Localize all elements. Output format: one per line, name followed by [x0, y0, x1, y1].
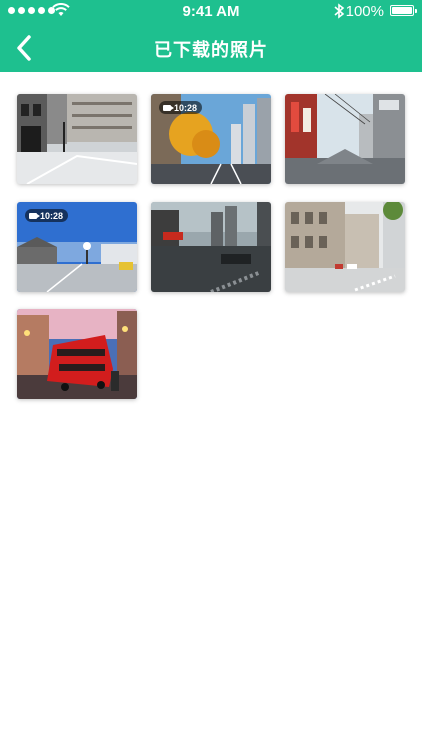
app-header: 9:41 AM 100% 已下载的照片	[0, 0, 422, 72]
photo-thumbnail[interactable]	[285, 202, 405, 292]
battery-percentage: 100%	[345, 3, 384, 20]
video-duration: 10:28	[40, 210, 64, 221]
photo-thumbnail[interactable]	[17, 309, 137, 399]
video-thumbnail[interactable]: 10:28	[17, 202, 137, 292]
video-camera-icon	[163, 104, 174, 111]
photo-thumbnail[interactable]	[17, 94, 137, 184]
video-duration-badge: 10:28	[25, 209, 69, 222]
bluetooth-icon	[334, 3, 345, 19]
battery-icon	[390, 5, 417, 16]
photo-thumbnail[interactable]	[151, 202, 271, 292]
video-camera-icon	[29, 212, 40, 219]
page-title: 已下载的照片	[154, 40, 268, 60]
photo-thumbnail[interactable]	[285, 94, 405, 184]
video-duration-badge: 10:28	[159, 101, 203, 114]
video-thumbnail[interactable]: 10:28	[151, 94, 271, 184]
status-bar: 9:41 AM 100%	[0, 0, 422, 24]
video-duration: 10:28	[174, 102, 198, 113]
